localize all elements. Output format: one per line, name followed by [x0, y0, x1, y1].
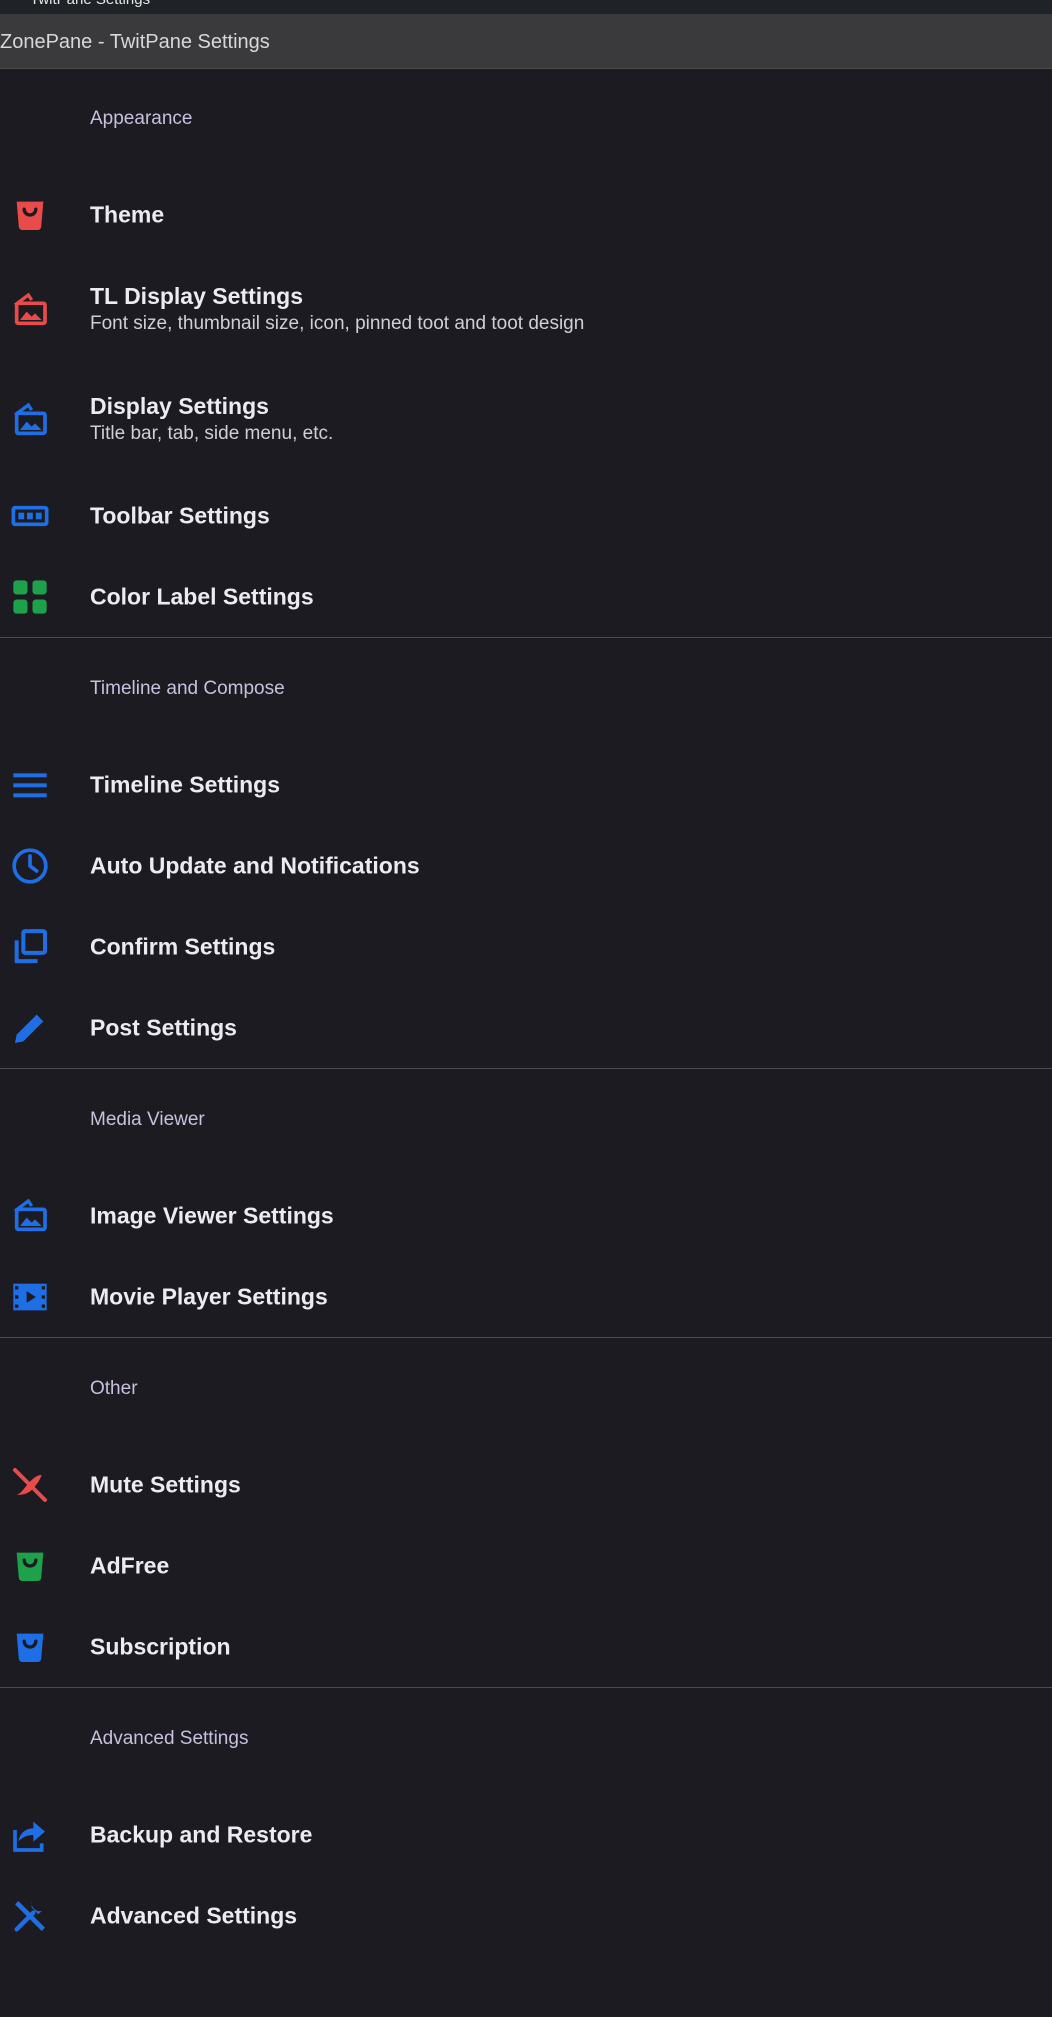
title-bar: ZonePane - TwitPane Settings	[0, 14, 1052, 69]
share-icon	[10, 1815, 50, 1855]
app-title: ZonePane - TwitPane Settings	[0, 31, 270, 53]
settings-item-label: AdFree	[90, 1552, 170, 1578]
settings-item-toolbar-settings[interactable]: Toolbar Settings	[0, 475, 1052, 556]
settings-item-label: Movie Player Settings	[90, 1283, 328, 1309]
pencil-icon	[10, 1008, 50, 1048]
photos-icon	[10, 290, 50, 330]
section-title: Timeline and Compose	[90, 678, 285, 699]
settings-item-label: Advanced Settings	[90, 1902, 298, 1928]
settings-item-label: Timeline Settings	[90, 771, 281, 797]
settings-item-label: Mute Settings	[90, 1471, 241, 1497]
section-title: Media Viewer	[90, 1109, 205, 1130]
settings-item-label: Subscription	[90, 1633, 231, 1659]
settings-item-label: Confirm Settings	[90, 933, 276, 959]
clock-icon	[10, 846, 50, 886]
settings-item-timeline-settings[interactable]: Timeline Settings	[0, 744, 1052, 825]
settings-item-label: TL Display Settings	[90, 283, 304, 309]
settings-item-label: Backup and Restore	[90, 1821, 313, 1847]
photos-icon	[10, 400, 50, 440]
copy-icon	[10, 927, 50, 967]
settings-item-theme[interactable]: Theme	[0, 174, 1052, 255]
settings-item-label: Post Settings	[90, 1014, 237, 1040]
section-appearance: Appearance Theme TL Display Settings Font s…	[0, 68, 1052, 637]
section-media-viewer: Media Viewer Image Viewer Settings Movie P…	[0, 1069, 1052, 1337]
section-title: Appearance	[90, 108, 193, 129]
settings-item-display-settings[interactable]: Display Settings Title bar, tab, side men…	[0, 365, 1052, 475]
settings-item-label: Color Label Settings	[90, 583, 314, 609]
settings-item-tl-display-settings[interactable]: TL Display Settings Font size, thumbnail …	[0, 255, 1052, 365]
shopping-bag-icon	[10, 1546, 50, 1586]
settings-item-label: Theme	[90, 201, 165, 227]
top-strip-title: TwitPane Settings	[30, 0, 150, 8]
settings-item-mute-settings[interactable]: Mute Settings	[0, 1444, 1052, 1525]
settings-item-description: Font size, thumbnail size, icon, pinned …	[90, 313, 585, 334]
settings-item-backup-and-restore[interactable]: Backup and Restore	[0, 1794, 1052, 1875]
settings-item-image-viewer-settings[interactable]: Image Viewer Settings	[0, 1175, 1052, 1256]
settings-list: Appearance Theme TL Display Settings Font s…	[0, 68, 1052, 1956]
film-icon	[10, 1277, 50, 1317]
settings-item-auto-update-and-notifications[interactable]: Auto Update and Notifications	[0, 825, 1052, 906]
settings-item-label: Auto Update and Notifications	[90, 852, 420, 878]
settings-item-color-label-settings[interactable]: Color Label Settings	[0, 556, 1052, 637]
settings-item-subscription[interactable]: Subscription	[0, 1606, 1052, 1687]
settings-item-post-settings[interactable]: Post Settings	[0, 987, 1052, 1068]
section-timeline-and-compose: Timeline and Compose Timeline Settings Aut…	[0, 638, 1052, 1068]
section-header: Media Viewer	[0, 1069, 1052, 1175]
settings-item-label: Display Settings	[90, 393, 269, 419]
shopping-bag-icon	[10, 1627, 50, 1667]
grid-icon	[10, 577, 50, 617]
section-title: Advanced Settings	[90, 1728, 249, 1749]
settings-item-label: Image Viewer Settings	[90, 1202, 334, 1228]
section-other: Other Mute Settings AdFree Subscription	[0, 1338, 1052, 1687]
toolbar-icon	[10, 496, 50, 536]
section-advanced-settings: Advanced Settings Backup and Restore Advan…	[0, 1688, 1052, 1956]
section-header: Appearance	[0, 68, 1052, 174]
section-header: Other	[0, 1338, 1052, 1444]
settings-item-movie-player-settings[interactable]: Movie Player Settings	[0, 1256, 1052, 1337]
section-header: Timeline and Compose	[0, 638, 1052, 744]
menu-lines-icon	[10, 765, 50, 805]
tools-icon	[10, 1896, 50, 1936]
settings-item-adfree[interactable]: AdFree	[0, 1525, 1052, 1606]
section-header: Advanced Settings	[0, 1688, 1052, 1794]
shopping-bag-icon	[10, 195, 50, 235]
section-title: Other	[90, 1378, 138, 1399]
mute-icon	[10, 1465, 50, 1505]
settings-item-advanced-settings[interactable]: Advanced Settings	[0, 1875, 1052, 1956]
settings-item-confirm-settings[interactable]: Confirm Settings	[0, 906, 1052, 987]
settings-item-description: Title bar, tab, side menu, etc.	[90, 423, 334, 444]
top-strip: TwitPane Settings	[0, 0, 1052, 14]
photos-icon	[10, 1196, 50, 1236]
settings-item-label: Toolbar Settings	[90, 502, 270, 528]
